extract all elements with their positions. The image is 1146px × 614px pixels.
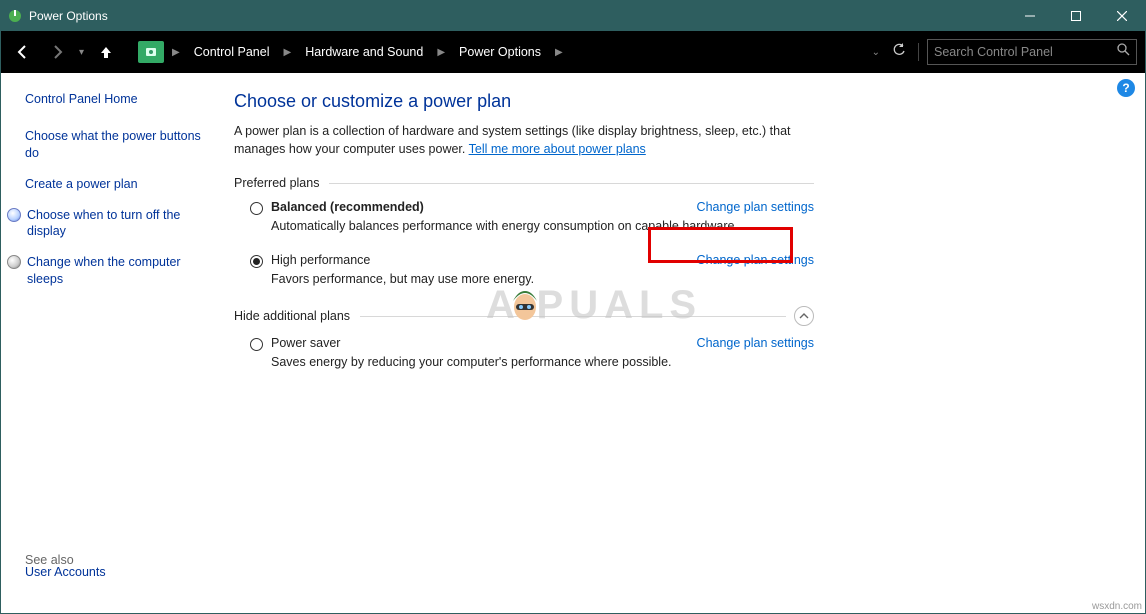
plan-saver-row: Power saver Change plan settings <box>234 336 814 351</box>
maximize-button[interactable] <box>1053 1 1099 31</box>
collapse-icon[interactable] <box>794 306 814 326</box>
preferred-plans-header: Preferred plans <box>234 176 814 190</box>
refresh-button[interactable] <box>888 43 910 62</box>
window: Power Options ▾ ▶ Control Panel ▶ Hardwa… <box>0 0 1146 614</box>
sidebar-choose-buttons[interactable]: Choose what the power buttons do <box>25 128 204 162</box>
plan-saver-name[interactable]: Power saver <box>271 336 340 350</box>
sidebar-create-plan[interactable]: Create a power plan <box>25 176 204 193</box>
plan-high-desc: Favors performance, but may use more ene… <box>234 272 814 286</box>
back-button[interactable] <box>9 38 37 66</box>
chevron-right-icon[interactable]: ▶ <box>435 47 447 58</box>
plan-saver-radio[interactable] <box>250 338 263 351</box>
plan-high-name[interactable]: High performance <box>271 253 370 267</box>
hide-additional-header[interactable]: Hide additional plans <box>234 306 814 326</box>
up-button[interactable] <box>92 38 120 66</box>
plan-balanced-name[interactable]: Balanced (recommended) <box>271 200 424 214</box>
display-off-icon <box>7 208 21 222</box>
close-button[interactable] <box>1099 1 1145 31</box>
change-settings-high[interactable]: Change plan settings <box>697 253 814 267</box>
sidebar: Control Panel Home Choose what the power… <box>1 73 216 613</box>
window-title: Power Options <box>29 9 1007 23</box>
separator <box>918 43 919 61</box>
page-description: A power plan is a collection of hardware… <box>234 122 824 158</box>
page-heading: Choose or customize a power plan <box>234 91 1145 112</box>
history-dropdown-icon[interactable]: ⌄ <box>870 47 882 58</box>
chevron-right-icon[interactable]: ▶ <box>170 47 182 58</box>
chevron-right-icon[interactable]: ▶ <box>281 47 293 58</box>
content-area: ? Control Panel Home Choose what the pow… <box>1 73 1145 613</box>
recent-dropdown-icon[interactable]: ▾ <box>77 47 86 58</box>
search-placeholder: Search Control Panel <box>934 45 1117 59</box>
location-icon[interactable] <box>138 41 164 63</box>
forward-button[interactable] <box>43 38 71 66</box>
sleep-icon <box>7 255 21 269</box>
sidebar-user-accounts[interactable]: User Accounts <box>25 564 106 581</box>
titlebar: Power Options <box>1 1 1145 31</box>
chevron-right-icon[interactable]: ▶ <box>553 47 565 58</box>
attribution: wsxdn.com <box>1092 601 1142 612</box>
breadcrumb-control-panel[interactable]: Control Panel <box>188 42 276 62</box>
plan-high-radio[interactable] <box>250 255 263 268</box>
sidebar-when-sleeps[interactable]: Change when the computer sleeps <box>27 254 204 288</box>
plan-balanced-row: Balanced (recommended) Change plan setti… <box>234 200 814 215</box>
change-settings-saver[interactable]: Change plan settings <box>697 336 814 350</box>
app-icon <box>1 8 29 24</box>
plan-saver-desc: Saves energy by reducing your computer's… <box>234 355 814 369</box>
plan-balanced-radio[interactable] <box>250 202 263 215</box>
sidebar-turn-off-display[interactable]: Choose when to turn off the display <box>27 207 204 241</box>
minimize-button[interactable] <box>1007 1 1053 31</box>
plan-balanced-desc: Automatically balances performance with … <box>234 219 814 233</box>
search-input[interactable]: Search Control Panel <box>927 39 1137 65</box>
learn-more-link[interactable]: Tell me more about power plans <box>469 142 646 156</box>
breadcrumb-hardware-sound[interactable]: Hardware and Sound <box>299 42 429 62</box>
search-icon[interactable] <box>1117 43 1130 61</box>
breadcrumb-power-options[interactable]: Power Options <box>453 42 547 62</box>
main-panel: A PUALS Choose or customize a power plan… <box>216 73 1145 613</box>
address-bar: ▾ ▶ Control Panel ▶ Hardware and Sound ▶… <box>1 31 1145 73</box>
plan-high-row: High performance Change plan settings <box>234 253 814 268</box>
sidebar-home[interactable]: Control Panel Home <box>25 91 204 108</box>
change-settings-balanced[interactable]: Change plan settings <box>697 200 814 214</box>
